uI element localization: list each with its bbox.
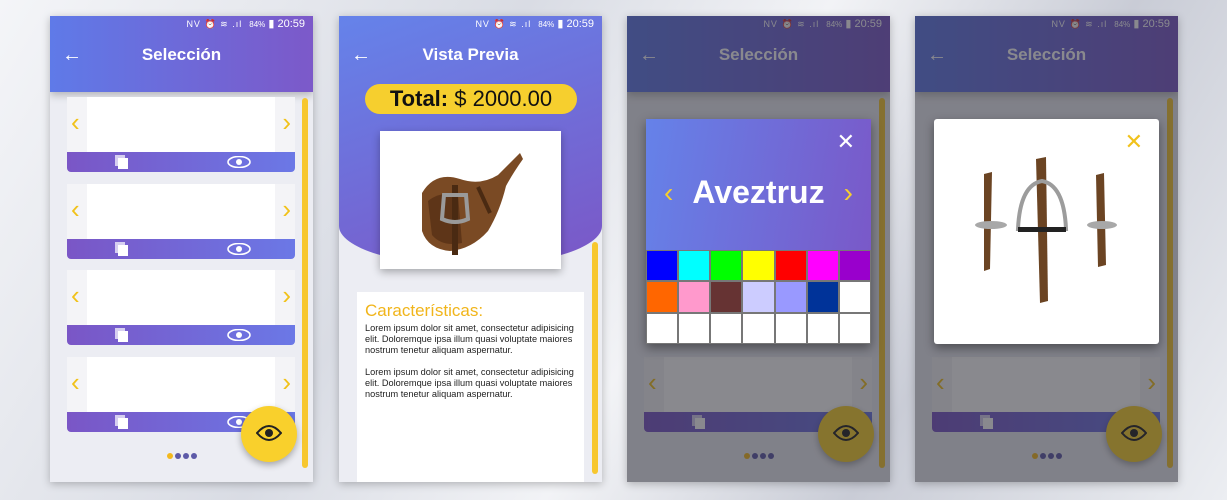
color-swatch[interactable] xyxy=(774,281,807,313)
screen-color-picker: NV ⏰ ≋ .ıl 84% ▮ 20:59 ← Selección ‹ › ✕… xyxy=(627,16,890,482)
card-action-bar xyxy=(67,152,295,172)
features-panel: Características: Lorem ipsum dolor sit a… xyxy=(357,292,584,482)
color-swatch[interactable] xyxy=(774,312,807,344)
chevron-left-icon[interactable]: ‹ xyxy=(71,109,80,135)
copy-icon[interactable] xyxy=(115,328,129,342)
material-name: Aveztruz xyxy=(692,174,825,210)
color-swatch[interactable] xyxy=(838,250,871,282)
color-swatch[interactable] xyxy=(806,312,839,344)
eye-icon xyxy=(256,425,282,441)
total-label: Total: xyxy=(389,86,449,111)
copy-icon[interactable] xyxy=(115,242,129,256)
status-icons: NV ⏰ ≋ .ıl xyxy=(186,19,243,29)
color-swatch[interactable] xyxy=(710,281,743,313)
back-arrow-icon[interactable]: ← xyxy=(351,44,371,67)
page-title: Selección xyxy=(141,45,222,64)
screen-preview: NV ⏰ ≋ .ıl 84% ▮ 20:59 ← Vista Previa To… xyxy=(339,16,602,482)
product-image-slot xyxy=(87,97,275,152)
color-swatch[interactable] xyxy=(710,250,743,282)
color-swatch[interactable] xyxy=(806,250,839,282)
chevron-right-icon[interactable]: › xyxy=(282,109,291,135)
chevron-right-icon[interactable]: › xyxy=(282,369,291,395)
color-swatch[interactable] xyxy=(742,312,775,344)
close-icon[interactable]: ✕ xyxy=(1125,129,1143,155)
screen-detail: NV ⏰ ≋ .ıl 84% ▮ 20:59 ← Selección ‹ › ✕ xyxy=(915,16,1178,482)
card-action-bar xyxy=(67,239,295,259)
features-title: Características: xyxy=(365,301,484,320)
color-picker-dialog: ✕ ‹ Aveztruz › xyxy=(646,119,871,344)
color-swatch[interactable] xyxy=(710,312,743,344)
page-dot[interactable] xyxy=(166,453,173,459)
saddle-icon xyxy=(422,153,523,255)
status-bar: NV ⏰ ≋ .ıl 84% ▮ 20:59 xyxy=(339,16,602,33)
detail-dialog: ✕ xyxy=(934,119,1159,344)
product-image-slot xyxy=(87,270,275,325)
color-swatch[interactable] xyxy=(678,281,711,313)
battery-level: 84% xyxy=(538,20,555,29)
color-swatch[interactable] xyxy=(774,250,807,282)
total-value: $ 2000.00 xyxy=(454,86,553,111)
page-dot[interactable] xyxy=(182,453,189,459)
chevron-left-icon[interactable]: ‹ xyxy=(71,369,80,395)
color-swatch[interactable] xyxy=(646,281,679,313)
status-bar: NV ⏰ ≋ .ıl 84% ▮ 20:59 xyxy=(50,16,313,33)
page-title: Vista Previa xyxy=(422,45,519,64)
battery-level: 84% xyxy=(249,20,266,29)
color-swatch[interactable] xyxy=(646,250,679,282)
battery-icon: ▮ xyxy=(268,18,275,30)
product-card: ‹ › xyxy=(67,97,295,172)
chevron-left-icon[interactable]: ‹ xyxy=(71,282,80,308)
scrollbar[interactable] xyxy=(592,242,598,474)
chevron-right-icon[interactable]: › xyxy=(282,282,291,308)
preview-fab-button[interactable] xyxy=(241,406,297,462)
page-dot[interactable] xyxy=(190,453,197,459)
clock: 20:59 xyxy=(566,18,594,30)
battery-icon: ▮ xyxy=(557,18,564,30)
features-paragraph: Lorem ipsum dolor sit amet, consectetur … xyxy=(365,367,574,399)
color-swatch[interactable] xyxy=(742,250,775,282)
color-swatch[interactable] xyxy=(678,250,711,282)
color-swatch-grid xyxy=(646,250,871,344)
product-card: ‹ › xyxy=(67,184,295,259)
close-icon[interactable]: ✕ xyxy=(837,129,855,155)
card-action-bar xyxy=(67,325,295,345)
copy-icon[interactable] xyxy=(115,415,129,429)
product-image-slot xyxy=(87,357,275,412)
product-card: ‹ › xyxy=(67,270,295,345)
color-swatch[interactable] xyxy=(742,281,775,313)
color-swatch[interactable] xyxy=(838,281,871,313)
chevron-right-icon[interactable]: › xyxy=(282,196,291,222)
eye-icon[interactable] xyxy=(227,329,251,341)
copy-icon[interactable] xyxy=(115,155,129,169)
color-swatch[interactable] xyxy=(806,281,839,313)
clock: 20:59 xyxy=(277,18,305,30)
product-image-slot xyxy=(87,184,275,239)
features-paragraph: Lorem ipsum dolor sit amet, consectetur … xyxy=(365,323,574,355)
eye-icon[interactable] xyxy=(227,156,251,168)
total-badge: Total: $ 2000.00 xyxy=(365,84,577,114)
color-swatch[interactable] xyxy=(838,312,871,344)
eye-icon[interactable] xyxy=(227,243,251,255)
screen-selection: NV ⏰ ≋ .ıl 84% ▮ 20:59 ← Selección ‹ › ‹… xyxy=(50,16,313,482)
status-icons: NV ⏰ ≋ .ıl xyxy=(475,19,532,29)
color-swatch[interactable] xyxy=(646,312,679,344)
chevron-left-icon[interactable]: ‹ xyxy=(71,196,80,222)
chevron-right-icon[interactable]: › xyxy=(844,177,853,209)
page-dot[interactable] xyxy=(174,453,181,459)
color-swatch[interactable] xyxy=(678,312,711,344)
product-image-card xyxy=(380,131,561,269)
scrollbar[interactable] xyxy=(302,98,308,468)
